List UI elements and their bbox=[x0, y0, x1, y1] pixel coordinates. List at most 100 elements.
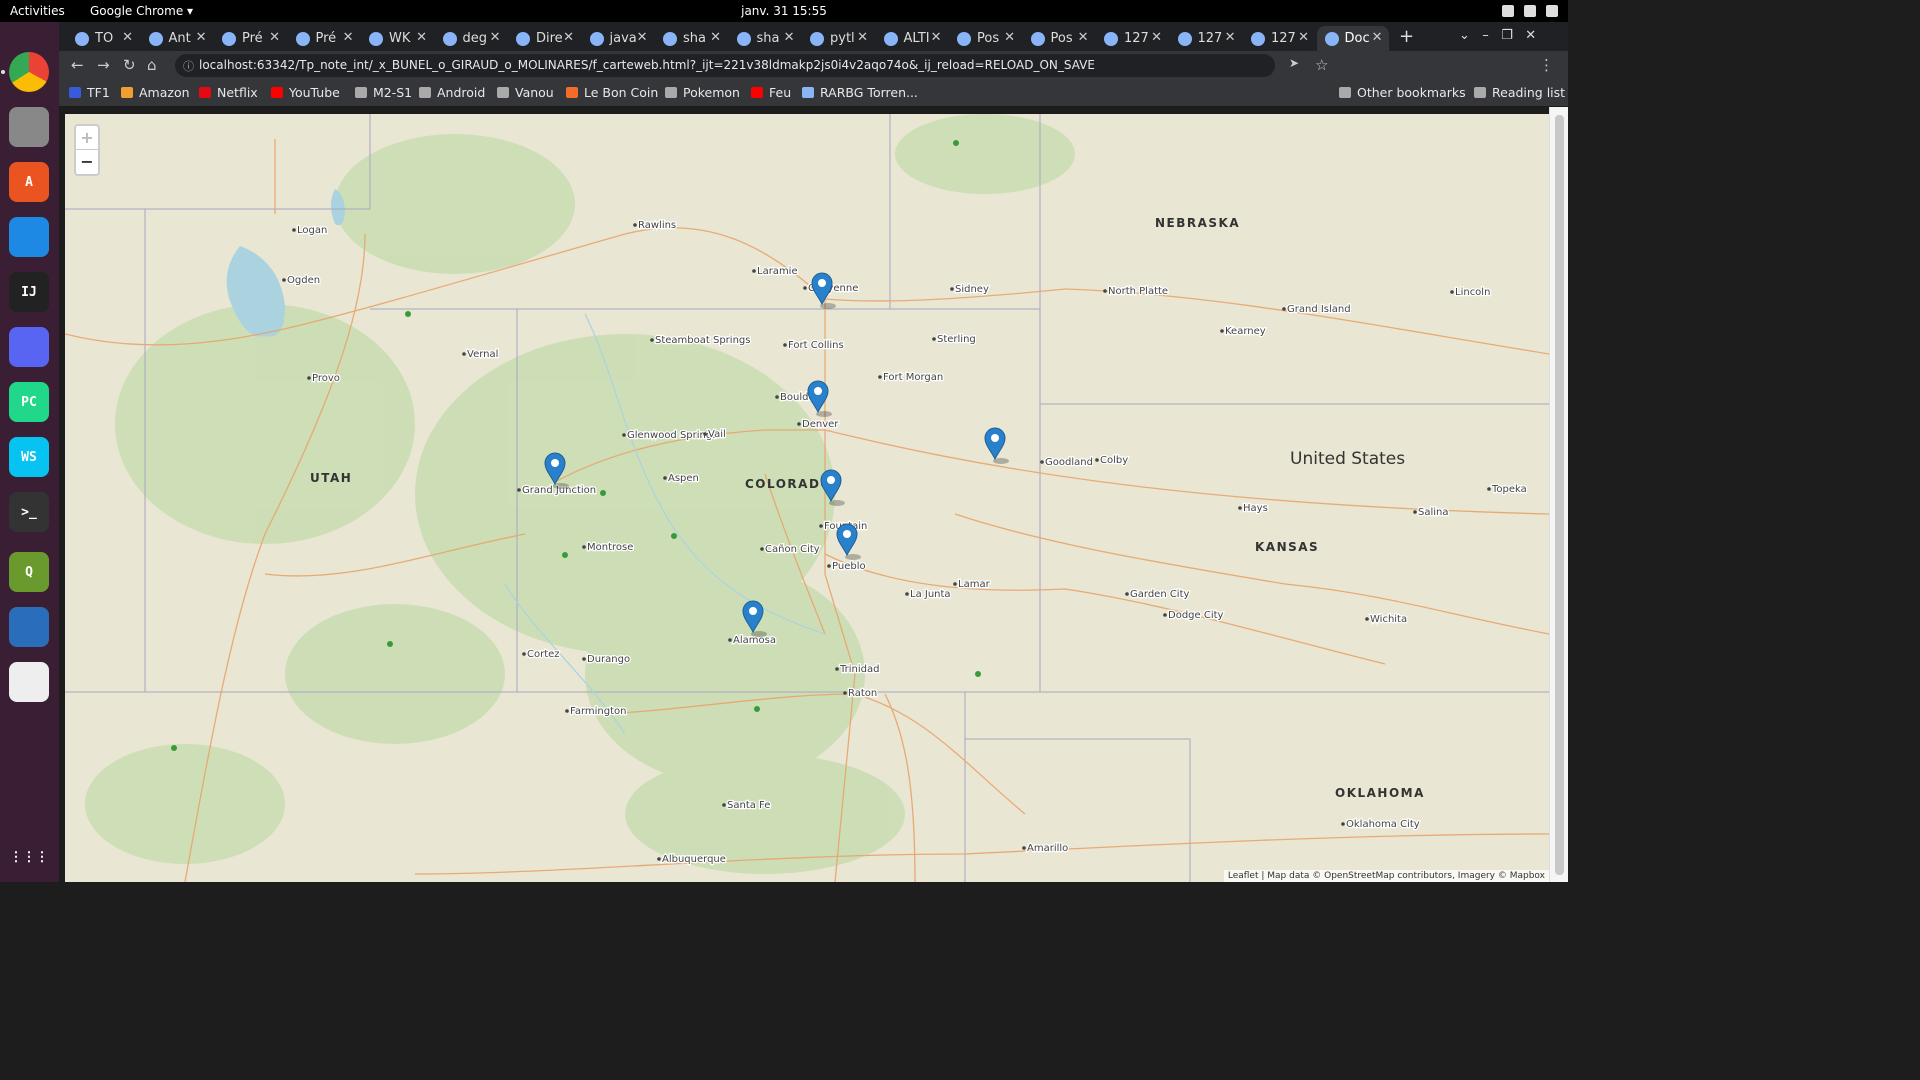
files-icon[interactable] bbox=[9, 107, 49, 147]
tab-9[interactable]: sha ✕ bbox=[729, 26, 801, 51]
terminal-icon[interactable]: >_ bbox=[9, 492, 49, 532]
tab-close-icon[interactable]: ✕ bbox=[1372, 30, 1383, 45]
writer-icon[interactable] bbox=[9, 607, 49, 647]
tab-4[interactable]: WK ✕ bbox=[361, 26, 433, 51]
discord-icon[interactable] bbox=[9, 327, 49, 367]
apps-grid-icon[interactable]: ⋮⋮⋮ bbox=[9, 837, 49, 877]
tab-close-icon[interactable]: ✕ bbox=[931, 30, 942, 45]
new-tab-button[interactable]: + bbox=[1399, 26, 1414, 47]
scrollbar-thumb[interactable] bbox=[1555, 115, 1564, 875]
reload-icon[interactable]: ↻ bbox=[123, 56, 136, 74]
tab-1[interactable]: Ant ✕ bbox=[141, 26, 213, 51]
window-controls[interactable]: ⌄ – ❐ ✕ bbox=[1459, 28, 1536, 43]
tab-close-icon[interactable]: ✕ bbox=[122, 30, 133, 45]
bookmark-item[interactable]: Feu bbox=[751, 85, 791, 100]
bookmarks-bar: Other bookmarks Reading list TF1 Amazon Ne… bbox=[59, 80, 1568, 107]
tab-close-icon[interactable]: ✕ bbox=[1078, 30, 1089, 45]
back-icon[interactable]: ← bbox=[71, 56, 84, 74]
tab-16[interactable]: 127 ✕ bbox=[1243, 26, 1315, 51]
bookmark-item[interactable]: Netflix bbox=[199, 85, 258, 100]
svg-text:Aspen: Aspen bbox=[668, 473, 699, 484]
tab-6[interactable]: Dire ✕ bbox=[508, 26, 580, 51]
system-tray[interactable] bbox=[1502, 2, 1558, 17]
pycharm-icon[interactable]: PC bbox=[9, 382, 49, 422]
city-label: Alamosa bbox=[728, 634, 777, 647]
svg-text:North Platte: North Platte bbox=[1108, 286, 1168, 297]
bookmark-item[interactable]: Le Bon Coin bbox=[566, 85, 658, 100]
map-marker-icon[interactable] bbox=[984, 427, 1009, 464]
zoom-in-button[interactable]: + bbox=[76, 126, 98, 150]
tab-15[interactable]: 127 ✕ bbox=[1170, 26, 1242, 51]
forward-icon[interactable]: → bbox=[97, 56, 110, 74]
webstorm-icon[interactable]: WS bbox=[9, 437, 49, 477]
tab-7[interactable]: java ✕ bbox=[582, 26, 654, 51]
tab-11[interactable]: ALTI ✕ bbox=[876, 26, 948, 51]
send-icon[interactable]: ➤ bbox=[1289, 56, 1299, 70]
svg-text:Raton: Raton bbox=[848, 688, 877, 699]
bookmark-item[interactable]: Pokemon bbox=[665, 85, 740, 100]
tab-close-icon[interactable]: ✕ bbox=[1225, 30, 1236, 45]
qgis-icon[interactable]: Q bbox=[9, 552, 49, 592]
bookmark-item[interactable]: M2-S1 bbox=[355, 85, 412, 100]
tab-close-icon[interactable]: ✕ bbox=[196, 30, 207, 45]
tab-2[interactable]: Pré ✕ bbox=[214, 26, 286, 51]
tab-close-icon[interactable]: ✕ bbox=[269, 30, 280, 45]
bookmark-item[interactable]: YouTube bbox=[271, 85, 340, 100]
tab-5[interactable]: deg ✕ bbox=[435, 26, 507, 51]
tab-favicon-icon bbox=[589, 31, 604, 46]
tab-close-icon[interactable]: ✕ bbox=[416, 30, 427, 45]
city-label: Colby bbox=[1095, 454, 1129, 467]
tab-8[interactable]: sha ✕ bbox=[655, 26, 727, 51]
bookmark-item[interactable]: Vanou bbox=[497, 85, 554, 100]
map-marker-icon[interactable] bbox=[807, 380, 832, 417]
city-label: Topeka bbox=[1487, 483, 1528, 496]
chrome-icon[interactable] bbox=[1, 52, 49, 92]
bookmark-item[interactable]: TF1 bbox=[69, 85, 110, 100]
city-label: Montrose bbox=[582, 541, 635, 554]
page-scrollbar[interactable] bbox=[1549, 107, 1568, 882]
system-top-bar: Activities Google Chrome ▾ janv. 31 15:5… bbox=[0, 0, 1568, 22]
tab-close-icon[interactable]: ✕ bbox=[710, 30, 721, 45]
intellij-icon[interactable]: IJ bbox=[9, 272, 49, 312]
tab-close-icon[interactable]: ✕ bbox=[490, 30, 501, 45]
tab-13[interactable]: Pos ✕ bbox=[1023, 26, 1095, 51]
software-icon[interactable]: A bbox=[9, 162, 49, 202]
tab-close-icon[interactable]: ✕ bbox=[1004, 30, 1015, 45]
reading-list[interactable]: Reading list bbox=[1474, 85, 1565, 100]
tab-12[interactable]: Pos ✕ bbox=[949, 26, 1021, 51]
tab-close-icon[interactable]: ✕ bbox=[1298, 30, 1309, 45]
maps-icon[interactable] bbox=[9, 217, 49, 257]
tab-14[interactable]: 127 ✕ bbox=[1096, 26, 1168, 51]
svg-text:Glenwood Springs: Glenwood Springs bbox=[627, 430, 717, 441]
tab-close-icon[interactable]: ✕ bbox=[563, 30, 574, 45]
zoom-out-button[interactable]: − bbox=[76, 150, 98, 174]
tab-favicon-icon bbox=[222, 31, 236, 46]
tab-close-icon[interactable]: ✕ bbox=[343, 30, 354, 45]
other-bookmarks[interactable]: Other bookmarks bbox=[1339, 85, 1466, 100]
appimage-icon[interactable] bbox=[9, 662, 49, 702]
home-icon[interactable]: ⌂ bbox=[147, 56, 157, 74]
tab-17[interactable]: Doc ✕ bbox=[1316, 26, 1389, 51]
tab-close-icon[interactable]: ✕ bbox=[857, 30, 868, 45]
clock[interactable]: janv. 31 15:55 bbox=[0, 4, 1568, 18]
menu-icon[interactable]: ⋮ bbox=[1539, 56, 1554, 74]
bookmark-item[interactable]: RARBG Torren... bbox=[802, 85, 918, 100]
svg-text:Farmington: Farmington bbox=[570, 706, 626, 717]
bookmark-item[interactable]: Amazon bbox=[121, 85, 190, 100]
map-view[interactable]: UTAH COLORADO NEBRASKA KANSAS OKLAHOMA United… bbox=[65, 114, 1549, 882]
address-bar[interactable]: ⓘ localhost:63342/Tp_note_int/_x_BUNEL_o… bbox=[175, 54, 1275, 77]
bookmark-star-icon[interactable]: ☆ bbox=[1315, 56, 1328, 74]
tab-10[interactable]: pytl ✕ bbox=[802, 26, 874, 51]
tab-close-icon[interactable]: ✕ bbox=[637, 30, 648, 45]
tab-0[interactable]: TO ✕ bbox=[67, 26, 139, 51]
state-label: COLORADO bbox=[745, 477, 832, 491]
map-canvas[interactable]: UTAH COLORADO NEBRASKA KANSAS OKLAHOMA United… bbox=[65, 114, 1549, 882]
tab-label: ALTI bbox=[903, 31, 930, 46]
network-icon bbox=[1502, 5, 1514, 17]
tab-close-icon[interactable]: ✕ bbox=[784, 30, 795, 45]
tab-3[interactable]: Pré ✕ bbox=[288, 26, 360, 51]
city-label: Raton bbox=[843, 687, 878, 700]
city-label: La Junta bbox=[905, 588, 952, 601]
tab-close-icon[interactable]: ✕ bbox=[1151, 30, 1162, 45]
bookmark-item[interactable]: Android bbox=[419, 85, 485, 100]
